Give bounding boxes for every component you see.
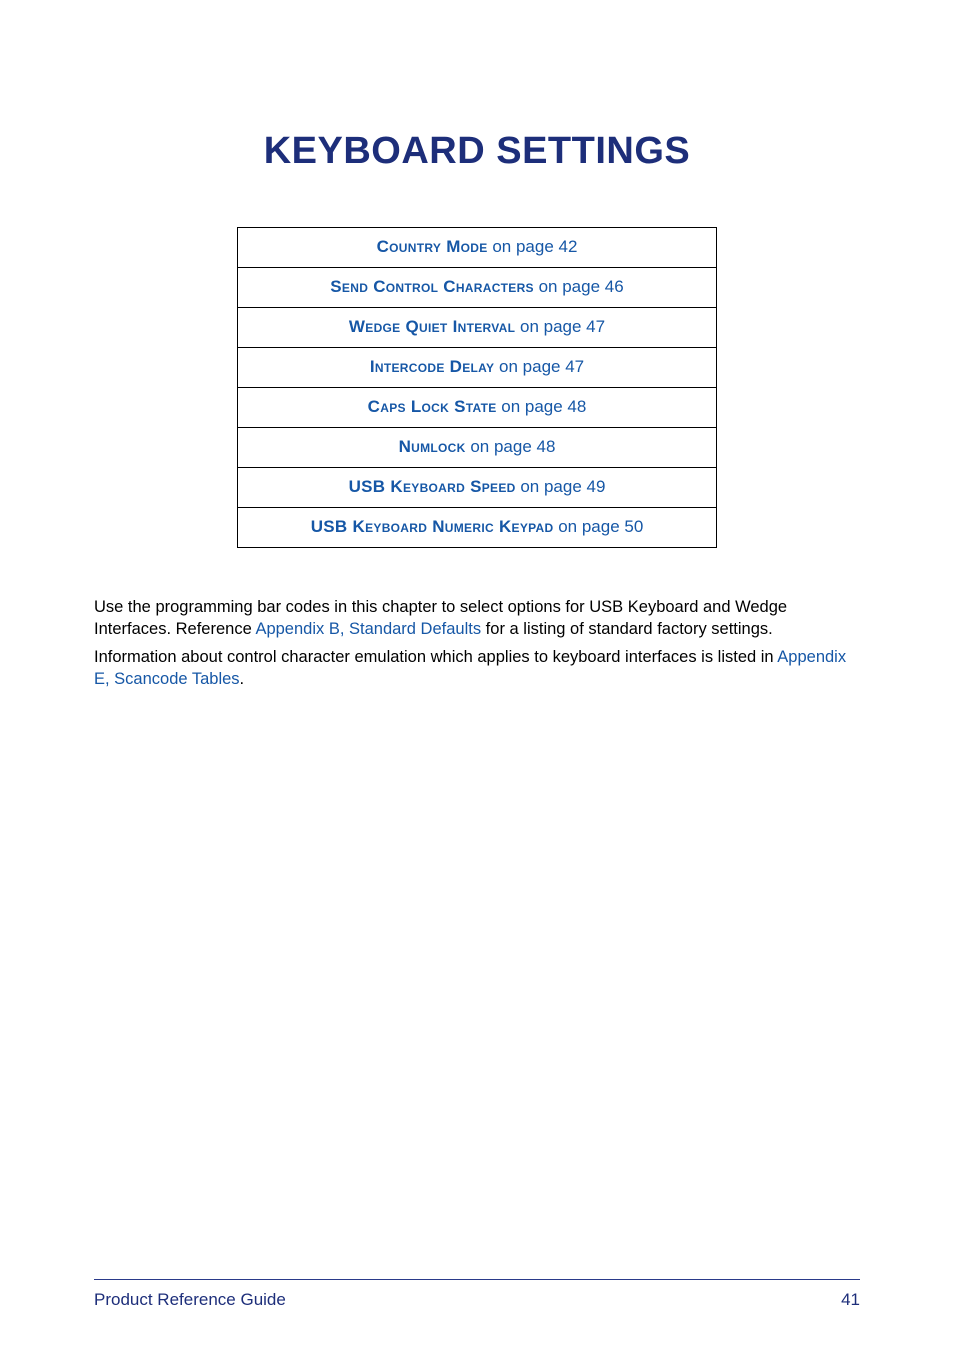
toc-table: Country Mode on page 42 Send Control Cha…	[237, 227, 717, 548]
toc-link-numlock[interactable]: Numlock on page 48	[238, 428, 716, 468]
toc-link-country-mode[interactable]: Country Mode on page 42	[238, 228, 716, 268]
toc-page: on page 50	[553, 517, 643, 536]
footer-title: Product Reference Guide	[94, 1290, 286, 1310]
toc-label: Wedge Quiet Interval	[349, 317, 515, 336]
body-text: Use the programming bar codes in this ch…	[94, 596, 860, 691]
toc-label: Intercode Delay	[370, 357, 494, 376]
toc-label: Country Mode	[377, 237, 488, 256]
toc-label: Caps Lock State	[368, 397, 497, 416]
toc-page: on page 48	[466, 437, 556, 456]
toc-label: Send Control Characters	[330, 277, 534, 296]
toc-link-usb-keyboard-numeric-keypad[interactable]: USB Keyboard Numeric Keypad on page 50	[238, 508, 716, 548]
body-span: Information about control character emul…	[94, 648, 777, 666]
toc-page: on page 46	[534, 277, 624, 296]
toc-page: on page 47	[494, 357, 584, 376]
page-footer: Product Reference Guide 41	[94, 1290, 860, 1310]
footer-rule	[94, 1279, 860, 1280]
toc-label: USB Keyboard Speed	[349, 477, 516, 496]
toc-link-send-control-characters[interactable]: Send Control Characters on page 46	[238, 268, 716, 308]
toc-page: on page 49	[516, 477, 606, 496]
toc-page: on page 48	[497, 397, 587, 416]
footer-page-number: 41	[841, 1290, 860, 1310]
toc-label: USB Keyboard Numeric Keypad	[311, 517, 554, 536]
link-appendix-b[interactable]: Appendix B, Standard Defaults	[255, 620, 481, 638]
toc-link-intercode-delay[interactable]: Intercode Delay on page 47	[238, 348, 716, 388]
page-title: KEYBOARD SETTINGS	[94, 130, 860, 173]
toc-label: Numlock	[399, 437, 466, 456]
toc-page: on page 42	[488, 237, 578, 256]
toc-link-usb-keyboard-speed[interactable]: USB Keyboard Speed on page 49	[238, 468, 716, 508]
toc-page: on page 47	[515, 317, 605, 336]
body-span: .	[240, 670, 245, 688]
body-span: for a listing of standard factory settin…	[481, 620, 773, 638]
toc-link-wedge-quiet-interval[interactable]: Wedge Quiet Interval on page 47	[238, 308, 716, 348]
toc-link-caps-lock-state[interactable]: Caps Lock State on page 48	[238, 388, 716, 428]
